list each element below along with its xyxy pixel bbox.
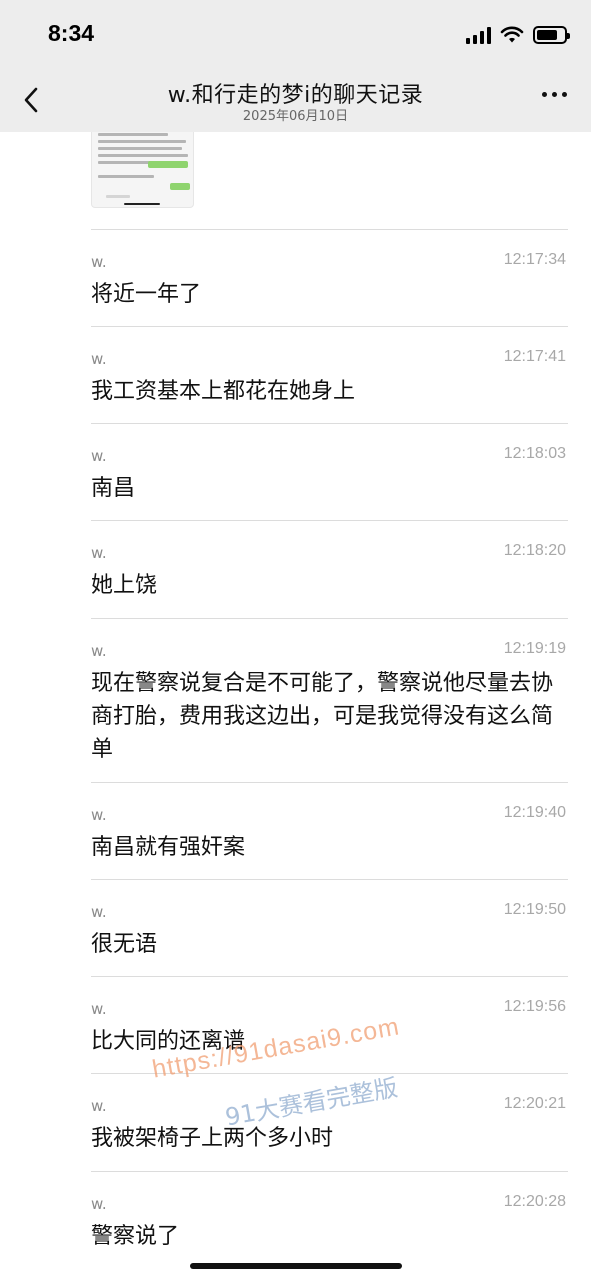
more-dot-icon (562, 92, 567, 97)
message-time: 12:18:03 (503, 445, 566, 462)
home-indicator[interactable] (190, 1263, 402, 1269)
thumb-text-line (98, 154, 188, 157)
wifi-icon (500, 26, 524, 43)
message-text: 很无语 (91, 932, 158, 957)
thumb-text-line (98, 147, 182, 150)
thumb-home-bar (124, 203, 160, 205)
message-time: 12:18:20 (503, 542, 566, 559)
message-sender: w. (91, 903, 107, 921)
message-item[interactable]: w. 12:19:40 南昌就有强奸案 (91, 782, 568, 879)
thumb-text-line (98, 133, 168, 136)
message-item[interactable]: w. 12:18:03 南昌 (91, 423, 568, 520)
top-bar: 8:34 w.和行走的梦i的聊天记录 2025年06月10日 (0, 0, 591, 132)
message-item[interactable]: w. 12:20:28 警察说了 (91, 1171, 568, 1268)
message-sender: w. (91, 1097, 107, 1115)
message-sender: w. (91, 806, 107, 824)
message-time: 12:20:28 (503, 1193, 566, 1210)
message-text: 南昌 (91, 476, 136, 501)
message-text: 警察说了 (91, 1224, 180, 1249)
status-icons (466, 24, 570, 46)
page-subtitle-date: 2025年06月10日 (242, 109, 349, 124)
message-item[interactable]: w. 12:18:20 她上饶 (91, 520, 568, 618)
message-text: 将近一年了 (91, 282, 202, 307)
message-item[interactable]: w. 12:19:50 很无语 (91, 879, 568, 976)
message-text: 现在警察说复合是不可能了，警察说他尽量去协商打胎，费用我这边出，可是我觉得没有这… (91, 671, 554, 762)
message-text: 我工资基本上都花在她身上 (91, 379, 356, 404)
message-text: 我被架椅子上两个多小时 (91, 1126, 334, 1151)
thumb-green-bubble (148, 161, 188, 168)
more-dot-icon (542, 92, 547, 97)
message-time: 12:17:34 (503, 251, 566, 268)
thumb-input-line (106, 195, 130, 198)
message-time: 12:19:56 (503, 998, 566, 1015)
message-item[interactable]: w. 12:17:41 我工资基本上都花在她身上 (91, 326, 568, 423)
cellular-signal-icon (466, 26, 491, 44)
message-sender: w. (91, 350, 107, 368)
message-time: 12:19:40 (503, 804, 566, 821)
thumb-text-line (98, 140, 186, 143)
message-item[interactable]: w. 12:17:34 将近一年了 (91, 229, 568, 326)
message-text: 她上饶 (91, 573, 158, 598)
more-options-button[interactable] (542, 92, 567, 97)
message-sender: w. (91, 544, 107, 562)
thumb-text-line (98, 175, 154, 178)
message-sender: w. (91, 1000, 107, 1018)
message-sender: w. (91, 1195, 107, 1213)
message-time: 12:20:21 (503, 1095, 566, 1112)
thumb-green-bubble (170, 183, 190, 190)
battery-icon (533, 26, 570, 44)
message-sender: w. (91, 447, 107, 465)
message-sender: w. (91, 642, 107, 660)
message-time: 12:19:50 (503, 901, 566, 918)
message-sender: w. (91, 253, 107, 271)
message-time: 12:19:19 (503, 640, 566, 657)
message-time: 12:17:41 (503, 348, 566, 365)
chat-history-screen: 8:34 w.和行走的梦i的聊天记录 2025年06月10日 w. 12:17:… (0, 0, 591, 1280)
status-time: 8:34 (48, 20, 95, 46)
more-dot-icon (552, 92, 557, 97)
message-text: 南昌就有强奸案 (91, 835, 246, 860)
message-item[interactable]: w. 12:19:19 现在警察说复合是不可能了，警察说他尽量去协商打胎，费用我… (91, 618, 568, 782)
